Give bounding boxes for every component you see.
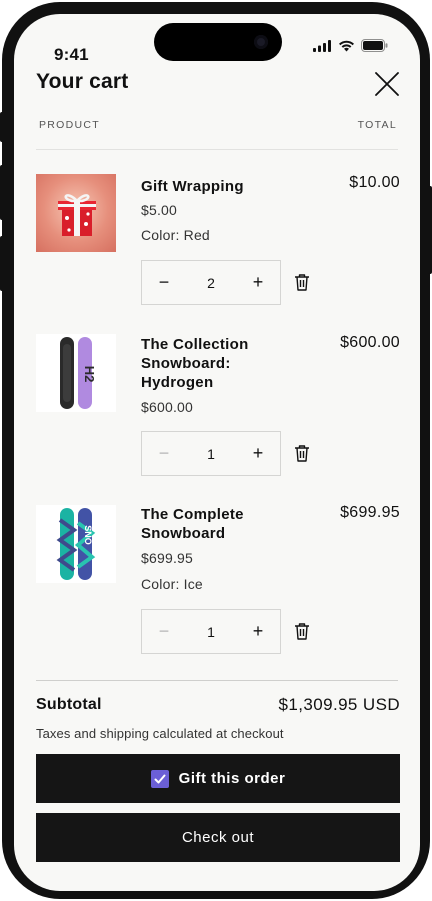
item-total: $10.00: [349, 174, 400, 191]
increase-quantity-button[interactable]: +: [236, 261, 280, 304]
column-header-product: PRODUCT: [39, 119, 101, 131]
header-divider: [36, 149, 398, 150]
status-time: 9:41: [54, 45, 89, 64]
snowboard-image: SNO: [56, 508, 96, 580]
item-name[interactable]: The Complete Snowboard: [141, 505, 281, 543]
cart-title: Your cart: [36, 70, 129, 93]
trash-icon[interactable]: [294, 273, 310, 291]
action-button: [0, 112, 4, 142]
increase-quantity-button[interactable]: +: [236, 432, 280, 475]
decrease-quantity-button[interactable]: −: [142, 610, 186, 653]
gift-order-button[interactable]: Gift this order: [36, 754, 400, 803]
close-icon[interactable]: [374, 71, 400, 97]
svg-text:H2: H2: [82, 366, 97, 383]
column-header-total: TOTAL: [357, 119, 397, 131]
checkmark-icon: [154, 774, 166, 783]
quantity-value[interactable]: 1: [207, 624, 215, 640]
volume-down-button: [0, 236, 4, 291]
trash-icon[interactable]: [294, 444, 310, 462]
item-option: Color: Ice: [141, 576, 203, 592]
checkout-button[interactable]: Check out: [36, 813, 400, 862]
product-image-collection-snowboard[interactable]: H2: [36, 334, 116, 412]
decrease-quantity-button[interactable]: −: [142, 261, 186, 304]
signal-icon: [313, 39, 331, 52]
tax-note: Taxes and shipping calculated at checkou…: [36, 726, 284, 741]
decrease-quantity-button[interactable]: −: [142, 432, 186, 475]
trash-icon[interactable]: [294, 622, 310, 640]
quantity-stepper: − 2 +: [141, 260, 281, 305]
battery-icon: [361, 39, 388, 52]
phone-frame: 9:41 Your cart PRODUCT TOTAL Gift Wrappi…: [2, 2, 430, 899]
gift-box-icon: [58, 194, 96, 236]
volume-up-button: [0, 165, 4, 220]
increase-quantity-button[interactable]: +: [236, 610, 280, 653]
camera-icon: [254, 35, 268, 49]
snowboard-image: H2: [60, 337, 97, 409]
item-name[interactable]: Gift Wrapping: [141, 177, 281, 196]
quantity-value[interactable]: 2: [207, 275, 215, 291]
item-option: Color: Red: [141, 227, 210, 243]
svg-text:SNO: SNO: [83, 525, 93, 545]
quantity-value[interactable]: 1: [207, 446, 215, 462]
item-total: $600.00: [340, 334, 400, 351]
wifi-icon: [339, 40, 354, 51]
status-icons: [313, 39, 388, 52]
item-name[interactable]: The Collection Snowboard: Hydrogen: [141, 335, 281, 392]
product-image-complete-snowboard[interactable]: SNO: [36, 505, 116, 583]
item-price: $600.00: [141, 399, 194, 415]
dynamic-island: [154, 23, 282, 61]
subtotal-label: Subtotal: [36, 696, 102, 713]
quantity-stepper: − 1 +: [141, 431, 281, 476]
gift-order-label: Gift this order: [178, 770, 286, 787]
power-button: [428, 186, 432, 274]
product-image-gift-wrapping[interactable]: [36, 174, 116, 252]
quantity-stepper: − 1 +: [141, 609, 281, 654]
item-total: $699.95: [340, 504, 400, 521]
subtotal-value: $1,309.95 USD: [278, 695, 400, 714]
item-price: $699.95: [141, 550, 194, 566]
summary-divider: [36, 680, 398, 681]
screen: 9:41 Your cart PRODUCT TOTAL Gift Wrappi…: [14, 14, 420, 891]
gift-checkbox[interactable]: [150, 769, 169, 788]
item-price: $5.00: [141, 202, 178, 218]
